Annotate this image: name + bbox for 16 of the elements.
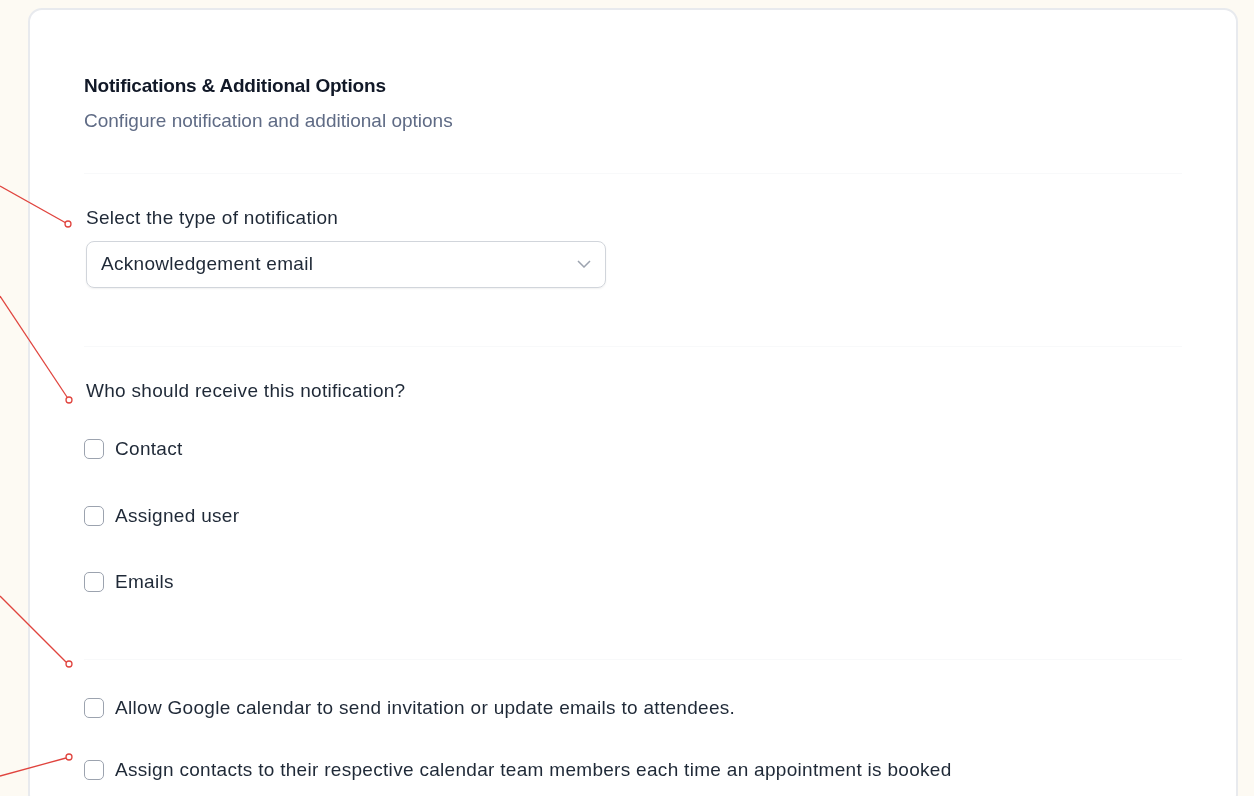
checkbox[interactable]	[84, 505, 104, 526]
field-label: Select the type of notification	[86, 206, 340, 230]
checkbox[interactable]	[84, 439, 104, 460]
checkbox-label[interactable]: Assigned user	[115, 501, 240, 530]
checkbox-label[interactable]: Assign contacts to their respective calendar team members each time an appointment is booked	[115, 756, 952, 785]
checkbox[interactable]	[84, 572, 104, 593]
checkbox-label[interactable]: Allow Google calendar to send invitation or update emails to attendees.	[115, 693, 736, 722]
checkbox-label[interactable]: Contact	[115, 435, 183, 464]
checkbox-label[interactable]: Emails	[115, 568, 174, 597]
checkbox[interactable]	[84, 760, 104, 781]
chevron-down-icon	[577, 260, 591, 268]
section-title: Notifications & Additional Options	[84, 74, 387, 98]
section-subtitle: Configure notification and additional options	[84, 108, 454, 133]
checkbox[interactable]	[84, 697, 104, 718]
question-label: Who should receive this notification?	[86, 378, 407, 403]
notification-type-select[interactable]: Acknowledgement email	[86, 240, 606, 288]
